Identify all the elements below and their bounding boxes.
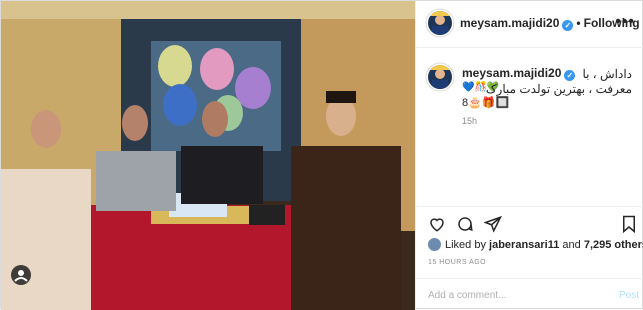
- caption-text-line2: معرفت ، بهترین تولدت مبارک: [485, 82, 632, 96]
- likes-connector: and: [559, 239, 584, 251]
- share-icon[interactable]: [484, 215, 502, 233]
- caption-text-line3: 8🎂🎁🔲: [462, 97, 510, 109]
- comment-icon[interactable]: [456, 215, 474, 233]
- caption-username-text[interactable]: meysam.majidi20: [462, 66, 561, 80]
- bookmark-icon[interactable]: [621, 215, 637, 233]
- post-photo[interactable]: [1, 1, 415, 310]
- separator-dot: •: [576, 16, 581, 30]
- comment-bar: Add a comment... Post: [416, 278, 643, 310]
- likes-prefix: Liked by: [445, 239, 490, 251]
- likes-text: Liked by jaberansari11 and 7,295 others: [445, 239, 643, 251]
- username-link[interactable]: meysam.majidi20: [460, 16, 559, 30]
- birthday-party-photo: [1, 1, 415, 310]
- liker-username[interactable]: jaberansari11: [489, 239, 559, 251]
- comment-input[interactable]: Add a comment...: [428, 290, 506, 301]
- caption-text-line1: داداش ، با: [582, 67, 632, 81]
- post-comment-button[interactable]: Post: [619, 290, 639, 301]
- likes-count[interactable]: 7,295 others: [584, 239, 643, 251]
- caption-avatar[interactable]: [428, 65, 452, 89]
- verified-icon: ✓: [562, 20, 574, 31]
- reels-user-icon[interactable]: [11, 265, 31, 285]
- avatar[interactable]: [428, 11, 452, 35]
- caption-timestamp[interactable]: 15h: [462, 116, 477, 126]
- header-username[interactable]: meysam.majidi20 ✓ • Following: [460, 16, 640, 31]
- liker-avatar[interactable]: [428, 238, 441, 251]
- heart-icon[interactable]: [428, 215, 446, 233]
- post-sidebar: meysam.majidi20 ✓ • Following ••• meysam.ma…: [415, 1, 643, 310]
- action-bar: [416, 206, 643, 236]
- instagram-post: meysam.majidi20 ✓ • Following ••• meysam.ma…: [0, 0, 643, 310]
- time-ago[interactable]: 15 HOURS AGO: [428, 259, 486, 266]
- more-icon[interactable]: •••: [615, 13, 635, 31]
- post-header: meysam.majidi20 ✓ • Following •••: [416, 1, 643, 48]
